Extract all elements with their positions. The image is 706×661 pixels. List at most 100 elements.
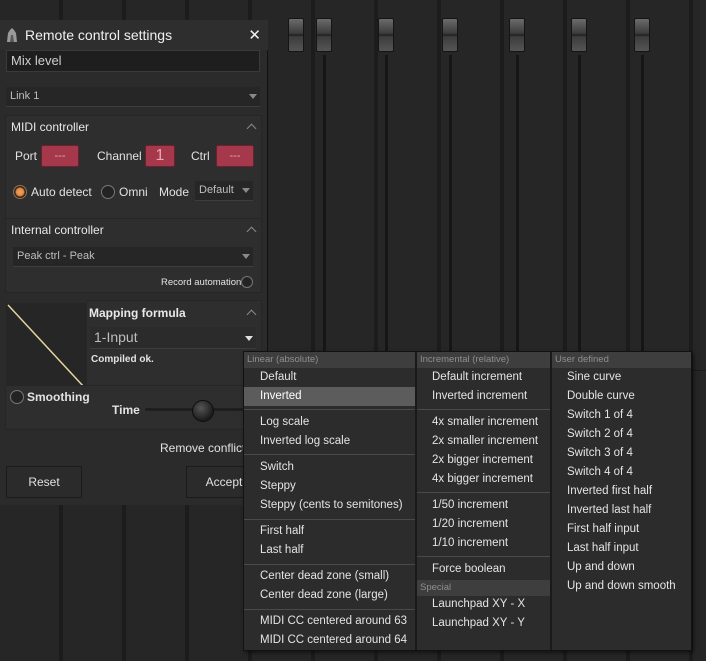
ctrl-label: Ctrl xyxy=(191,149,210,163)
mapping-formula-value: 1-Input xyxy=(94,329,138,345)
collapse-icon[interactable] xyxy=(246,123,257,134)
fader-handle[interactable] xyxy=(634,18,650,52)
auto-detect-radio[interactable] xyxy=(13,185,27,199)
menu-item[interactable]: Center dead zone (large) xyxy=(244,586,415,605)
mode-select-value: Default xyxy=(199,184,234,196)
chevron-down-icon xyxy=(242,188,250,193)
smoothing-label: Smoothing xyxy=(27,390,90,404)
linear-column: Linear (absolute) Default Inverted Log s… xyxy=(244,352,415,650)
fader-handle[interactable] xyxy=(288,18,304,52)
menu-item[interactable]: 1/50 increment xyxy=(417,496,550,515)
menu-item[interactable]: Inverted increment xyxy=(417,387,550,406)
fader-handle[interactable] xyxy=(442,18,458,52)
fader-track xyxy=(641,55,644,355)
chevron-down-icon xyxy=(245,336,253,341)
collapse-icon[interactable] xyxy=(246,309,257,320)
mapping-curve-preview xyxy=(6,303,86,389)
channel-input[interactable]: 1 xyxy=(145,145,175,167)
menu-item[interactable]: Inverted first half xyxy=(552,482,691,501)
menu-item[interactable]: Sine curve xyxy=(552,368,691,387)
mapping-formula-select[interactable]: 1-Input xyxy=(90,327,256,349)
menu-separator xyxy=(244,609,415,610)
menu-item[interactable]: MIDI CC centered around 63 xyxy=(244,612,415,631)
menu-item[interactable]: 1/10 increment xyxy=(417,534,550,553)
fader-track xyxy=(385,55,388,355)
menu-item[interactable]: Launchpad XY - X xyxy=(417,595,550,614)
menu-separator xyxy=(417,556,550,557)
menu-item[interactable]: 1/20 increment xyxy=(417,515,550,534)
internal-section-title: Internal controller xyxy=(11,223,104,237)
incremental-column: Incremental (relative) Default increment… xyxy=(417,352,550,650)
menu-item[interactable]: Log scale xyxy=(244,413,415,432)
menu-item[interactable]: Force boolean xyxy=(417,560,550,579)
mode-select[interactable]: Default xyxy=(195,181,253,201)
link-select-value: Link 1 xyxy=(10,90,40,102)
menu-item[interactable]: Inverted log scale xyxy=(244,432,415,451)
dialog-title: Remote control settings xyxy=(25,27,173,43)
menu-item[interactable]: Switch 1 of 4 xyxy=(552,406,691,425)
chevron-down-icon xyxy=(249,94,257,99)
omni-radio[interactable] xyxy=(101,185,115,199)
fader-handle[interactable] xyxy=(378,18,394,52)
fader-handle[interactable] xyxy=(316,18,332,52)
compile-status: Compiled ok. xyxy=(91,354,154,365)
menu-item[interactable]: Default xyxy=(244,368,415,387)
menu-item[interactable]: Inverted last half xyxy=(552,501,691,520)
menu-item[interactable]: Switch xyxy=(244,458,415,477)
menu-item[interactable]: 2x bigger increment xyxy=(417,451,550,470)
dialog-titlebar[interactable]: Remote control settings ✕ xyxy=(0,20,268,50)
menu-separator xyxy=(417,492,550,493)
special-header: Special xyxy=(417,580,550,596)
remote-control-dialog: Remote control settings ✕ Mix level Link… xyxy=(0,20,268,505)
fader-handle[interactable] xyxy=(571,18,587,52)
menu-item[interactable]: Switch 3 of 4 xyxy=(552,444,691,463)
menu-item[interactable]: Switch 4 of 4 xyxy=(552,463,691,482)
menu-item[interactable]: Steppy (cents to semitones) xyxy=(244,496,415,515)
menu-item[interactable]: MIDI CC centered around 64 xyxy=(244,631,415,650)
fader-track xyxy=(516,55,519,355)
menu-item[interactable]: Launchpad XY - Y xyxy=(417,614,550,633)
fl-logo-icon xyxy=(7,28,17,42)
record-automation-label: Record automation xyxy=(161,277,242,288)
menu-item-selected[interactable]: Inverted xyxy=(244,387,415,406)
link-select[interactable]: Link 1 xyxy=(6,87,260,107)
menu-item[interactable]: Last half xyxy=(244,541,415,560)
menu-item[interactable]: First half input xyxy=(552,520,691,539)
menu-separator xyxy=(417,409,550,410)
menu-item[interactable]: 4x smaller increment xyxy=(417,413,550,432)
menu-item[interactable]: Last half input xyxy=(552,539,691,558)
ctrl-input[interactable]: --- xyxy=(216,145,254,167)
reset-button[interactable]: Reset xyxy=(6,466,82,498)
internal-select-value: Peak ctrl - Peak xyxy=(17,250,95,262)
linear-header: Linear (absolute) xyxy=(244,352,415,368)
internal-controller-select[interactable]: Peak ctrl - Peak xyxy=(13,247,253,267)
record-automation-toggle[interactable] xyxy=(241,276,253,288)
auto-detect-label: Auto detect xyxy=(31,185,92,199)
menu-item[interactable]: Up and down xyxy=(552,558,691,577)
menu-item[interactable]: Switch 2 of 4 xyxy=(552,425,691,444)
menu-item[interactable]: Center dead zone (small) xyxy=(244,567,415,586)
time-label: Time xyxy=(112,403,140,417)
mode-label: Mode xyxy=(159,185,190,199)
collapse-icon[interactable] xyxy=(246,226,257,237)
menu-item[interactable]: Default increment xyxy=(417,368,550,387)
fader-track xyxy=(578,55,581,355)
close-icon[interactable]: ✕ xyxy=(248,26,261,44)
mapping-curve-icon xyxy=(7,304,85,388)
port-input[interactable]: --- xyxy=(41,145,79,167)
menu-item[interactable]: Steppy xyxy=(244,477,415,496)
midi-controller-section: MIDI controller xyxy=(5,115,262,228)
smoothing-toggle[interactable] xyxy=(10,390,24,404)
menu-item[interactable]: Up and down smooth xyxy=(552,577,691,596)
menu-item[interactable]: First half xyxy=(244,522,415,541)
menu-item[interactable]: Double curve xyxy=(552,387,691,406)
menu-item[interactable]: 2x smaller increment xyxy=(417,432,550,451)
menu-item[interactable]: 4x bigger increment xyxy=(417,470,550,489)
menu-separator xyxy=(244,454,415,455)
remove-conflicts-label: Remove conflicts xyxy=(160,441,252,455)
name-field[interactable]: Mix level xyxy=(6,50,260,72)
omni-label: Omni xyxy=(119,185,148,199)
fader-handle[interactable] xyxy=(509,18,525,52)
port-label: Port xyxy=(15,149,38,163)
time-knob[interactable] xyxy=(192,400,214,422)
